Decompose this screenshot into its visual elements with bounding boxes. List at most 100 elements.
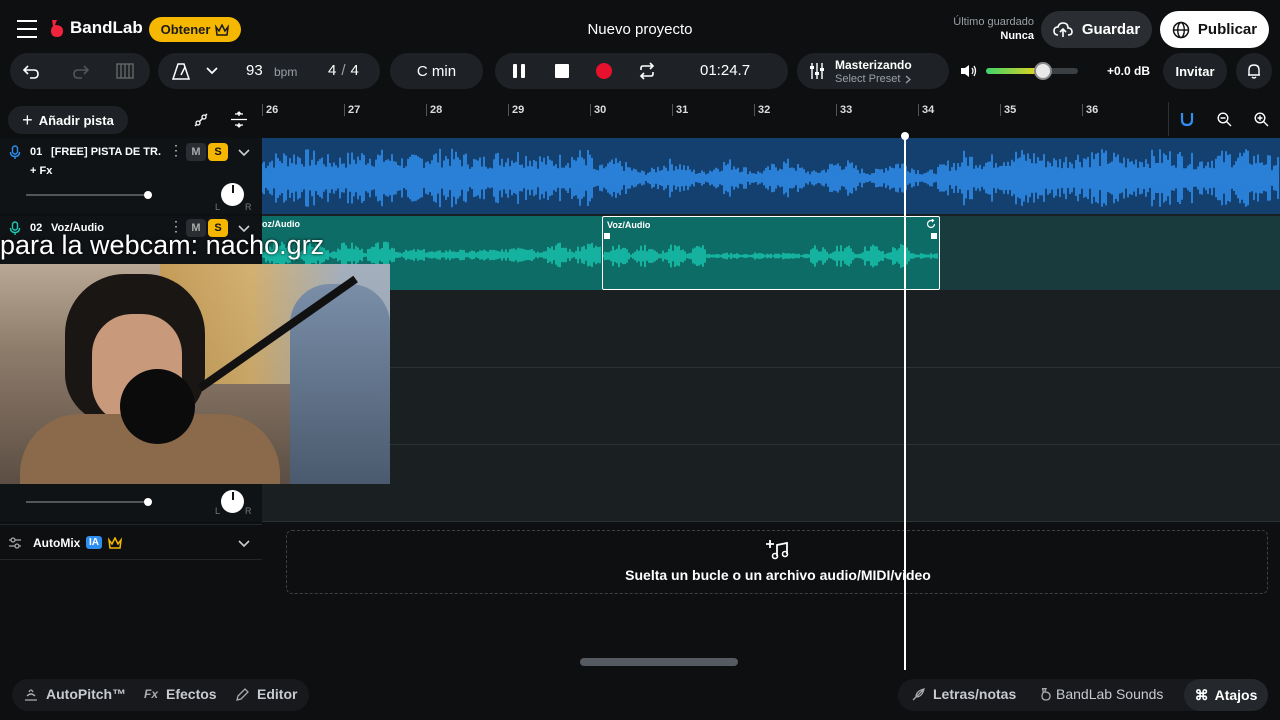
- effects-button[interactable]: Fx Efectos: [144, 686, 217, 702]
- tempo-group: 93 bpm 4 / 4: [158, 53, 380, 89]
- bandlab-logo[interactable]: BandLab: [48, 18, 143, 38]
- get-button[interactable]: Obtener: [149, 17, 241, 42]
- autopitch-button[interactable]: AutoPitch™: [24, 686, 126, 702]
- clip-handle-left[interactable]: [604, 233, 610, 239]
- brand-name: BandLab: [70, 18, 143, 37]
- zoom-out-icon[interactable]: [1217, 112, 1232, 127]
- ruler-tick: [508, 104, 509, 116]
- ruler-bar-number: 32: [758, 104, 771, 116]
- clip-loop-icon[interactable]: [926, 219, 936, 229]
- bpm-unit: bpm: [274, 65, 298, 79]
- master-volume-slider[interactable]: [986, 62, 1078, 80]
- record-button[interactable]: [596, 63, 612, 79]
- automix-sliders-icon: [9, 537, 21, 549]
- last-saved-label: Último guardado: [953, 16, 1034, 28]
- stop-button[interactable]: [555, 64, 569, 78]
- ruler-bar-number: 28: [430, 104, 443, 116]
- ruler-bar-number: 29: [512, 104, 525, 116]
- bottom-right-group: Letras/notas BandLab Sounds ⌘ Atajos: [898, 679, 1268, 711]
- chevron-down-icon[interactable]: [238, 540, 250, 548]
- playhead-marker[interactable]: [901, 132, 909, 140]
- undo-redo-group: [10, 53, 150, 89]
- publish-button[interactable]: Publicar: [1160, 11, 1269, 48]
- bandlab-sounds-button[interactable]: BandLab Sounds: [1040, 686, 1163, 702]
- playhead-line[interactable]: [904, 137, 906, 670]
- pan-right-label: R: [245, 506, 252, 516]
- track-volume-knob[interactable]: [144, 191, 152, 199]
- pause-button[interactable]: [507, 60, 531, 82]
- automix-label: AutoMix: [33, 536, 81, 550]
- time-sig-numerator: 4: [328, 62, 337, 79]
- horizontal-scrollbar[interactable]: [580, 658, 738, 666]
- track-options-icon[interactable]: ⋮: [169, 142, 183, 159]
- ruler-tick: [1000, 104, 1001, 116]
- track-name[interactable]: [FREE] PISTA DE TR...: [51, 146, 161, 158]
- hamburger-menu-icon[interactable]: [16, 20, 38, 38]
- volume-knob[interactable]: [1034, 62, 1053, 80]
- playback-time: 01:24.7: [700, 62, 751, 79]
- track-header-01[interactable]: 01 [FREE] PISTA DE TR... ⋮ M S + Fx L R: [0, 138, 262, 214]
- loop-icon[interactable]: [638, 62, 656, 80]
- chevron-down-icon[interactable]: [206, 67, 218, 75]
- pan-knob[interactable]: [221, 490, 244, 513]
- ruler-bar-number: 35: [1004, 104, 1017, 116]
- bpm-value[interactable]: 93: [246, 62, 263, 79]
- drop-zone[interactable]: Suelta un bucle o un archivo audio/MIDI/…: [286, 530, 1268, 594]
- track-01-lane[interactable]: [262, 138, 1280, 214]
- command-icon: ⌘: [1194, 686, 1209, 703]
- metronome-icon[interactable]: [172, 63, 190, 80]
- webcam-overlay: para la webcam: nacho.grz: [0, 230, 390, 484]
- timeline-ruler[interactable]: 26 27 28 29 30 31 32 33 34 35 36: [262, 100, 1280, 138]
- ruler-bar-number: 36: [1086, 104, 1099, 116]
- pan-knob[interactable]: [221, 183, 244, 206]
- shortcuts-button[interactable]: ⌘ Atajos: [1184, 679, 1268, 711]
- editor-button[interactable]: Editor: [236, 686, 297, 702]
- mute-button[interactable]: M: [186, 143, 206, 161]
- editor-label: Editor: [257, 686, 298, 702]
- track-volume-slider[interactable]: [26, 191, 152, 199]
- time-signature[interactable]: 4 / 4: [328, 62, 359, 79]
- ruler-tick: [1082, 104, 1083, 116]
- pan-knob-indicator: [231, 185, 234, 193]
- voice-clip-b[interactable]: Voz/Audio: [602, 216, 940, 290]
- notifications-button[interactable]: [1236, 53, 1272, 89]
- ruler-bar-number: 27: [348, 104, 361, 116]
- ruler-bar-number: 31: [676, 104, 689, 116]
- chevron-down-icon[interactable]: [238, 149, 250, 157]
- track-02-lane[interactable]: oz/Audio Voz/Audio: [262, 216, 1280, 290]
- fit-tracks-icon[interactable]: [230, 111, 248, 128]
- globe-icon: [1172, 21, 1190, 38]
- automation-icon[interactable]: [193, 112, 209, 128]
- lyrics-notes-button[interactable]: Letras/notas: [912, 686, 1016, 702]
- save-button[interactable]: Guardar: [1041, 11, 1152, 48]
- piano-icon[interactable]: [116, 63, 134, 79]
- ruler-tick: [672, 104, 673, 116]
- mastering-button[interactable]: Masterizando Select Preset: [797, 53, 949, 89]
- solo-button[interactable]: S: [208, 143, 228, 161]
- track-volume-knob[interactable]: [144, 498, 152, 506]
- arrangement-area[interactable]: oz/Audio Voz/Audio Suelta un bucle o un …: [262, 138, 1280, 670]
- automix-row[interactable]: AutoMix IA: [0, 524, 262, 560]
- last-saved-value: Nunca: [1000, 30, 1034, 42]
- add-track-button[interactable]: + Añadir pista: [8, 106, 128, 134]
- project-title[interactable]: Nuevo proyecto: [540, 21, 740, 38]
- save-label: Guardar: [1081, 21, 1141, 38]
- autopitch-label: AutoPitch™: [46, 686, 127, 702]
- snap-magnet-button[interactable]: [1168, 102, 1204, 136]
- add-fx-button[interactable]: + Fx: [30, 165, 52, 177]
- mixer-sliders-icon: [810, 63, 824, 79]
- redo-icon[interactable]: [72, 63, 90, 79]
- speaker-icon[interactable]: [960, 64, 978, 78]
- ruler-tick: [344, 104, 345, 116]
- key-value: C min: [416, 62, 457, 80]
- effects-label: Efectos: [166, 686, 217, 702]
- zoom-in-icon[interactable]: [1254, 112, 1269, 127]
- ruler-tick: [590, 104, 591, 116]
- track-volume-slider[interactable]: [26, 498, 152, 506]
- key-selector[interactable]: C min: [390, 53, 483, 89]
- bandlab-logo-icon: [1041, 688, 1051, 701]
- clip-handle-right[interactable]: [931, 233, 937, 239]
- crown-icon: [108, 537, 122, 549]
- invite-button[interactable]: Invitar: [1163, 53, 1227, 89]
- undo-icon[interactable]: [22, 63, 40, 79]
